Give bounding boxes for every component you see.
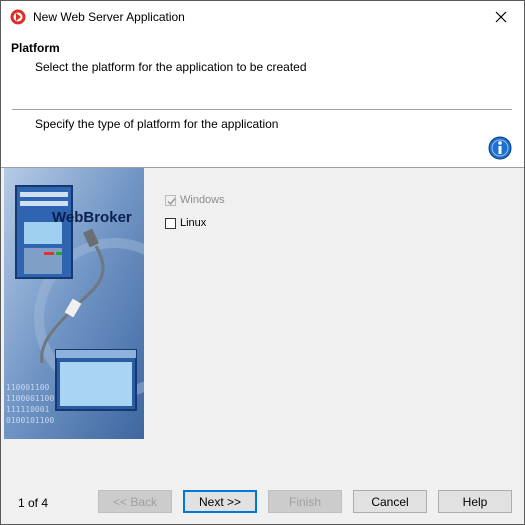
title-bar: New Web Server Application [1, 1, 524, 33]
close-button[interactable] [478, 1, 524, 33]
binary-line: 110001100 [6, 383, 50, 392]
binary-line: 111110001 [6, 405, 50, 414]
windows-label: Windows [180, 194, 225, 206]
platform-option-linux[interactable]: Linux [165, 217, 206, 229]
info-icon[interactable] [488, 136, 512, 160]
linux-checkbox[interactable] [165, 217, 176, 229]
checkmark-icon [167, 197, 176, 205]
binary-line: 0100101100 [6, 416, 54, 425]
window-title: New Web Server Application [33, 10, 185, 24]
header-divider [12, 109, 512, 110]
webbroker-illustration: WebBroker 110001100 1100001100 111110001… [4, 168, 144, 439]
platform-option-windows[interactable]: Windows [165, 194, 225, 206]
wizard-header: Platform Select the platform for the app… [1, 33, 524, 168]
wizard-window: New Web Server Application Platform Sele… [0, 0, 525, 525]
linux-label: Linux [180, 217, 207, 229]
finish-button[interactable]: Finish [268, 490, 342, 513]
windows-checkbox[interactable] [165, 194, 176, 206]
back-button[interactable]: << Back [98, 490, 172, 513]
page-description: Specify the type of platform for the app… [35, 117, 279, 131]
page-indicator: 1 of 4 [18, 496, 49, 510]
brand-label: WebBroker [52, 209, 132, 226]
help-button[interactable]: Help [438, 490, 512, 513]
binary-line: 1100001100 [6, 394, 54, 403]
cancel-button[interactable]: Cancel [353, 490, 427, 513]
page-subtitle: Select the platform for the application … [35, 60, 307, 74]
page-title: Platform [11, 41, 60, 55]
close-icon [495, 11, 507, 23]
next-button[interactable]: Next >> [183, 490, 257, 513]
delphi-logo-icon [10, 9, 26, 25]
